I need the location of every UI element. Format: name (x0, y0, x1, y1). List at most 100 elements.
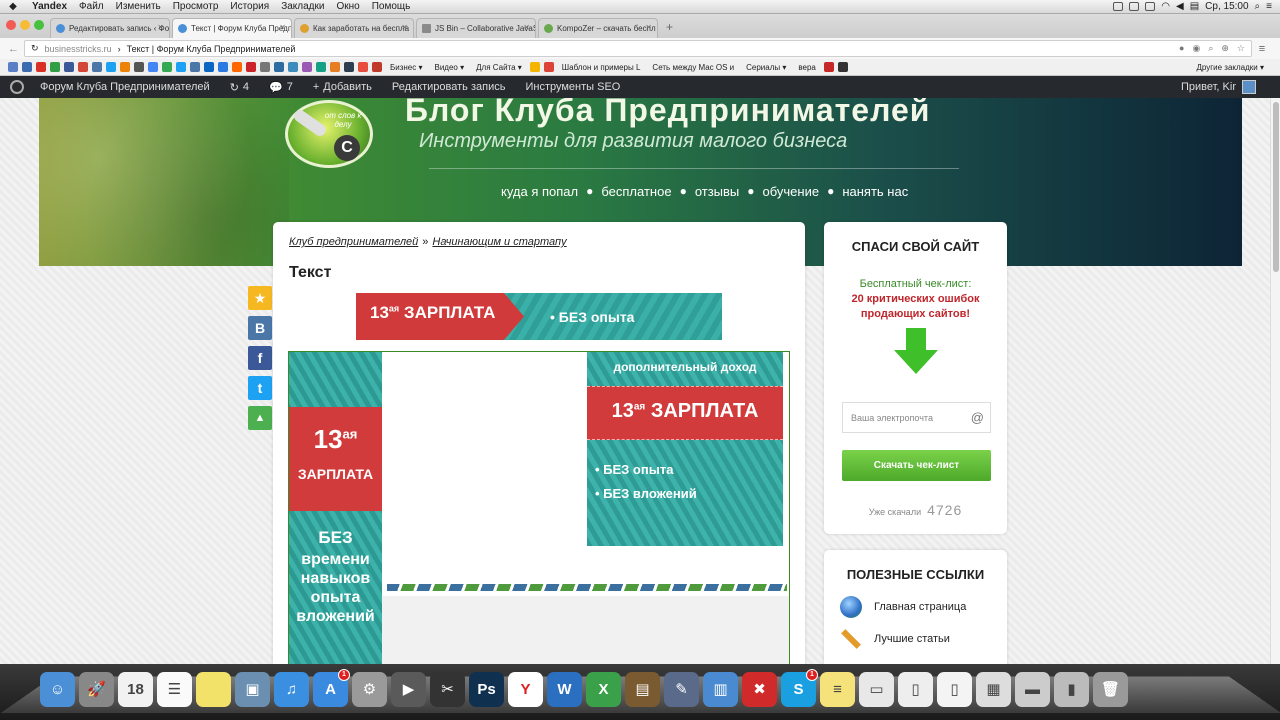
close-icon[interactable]: ✕ (523, 23, 530, 32)
doc-icon[interactable]: ▯ (898, 672, 933, 707)
bookmark-icon[interactable] (134, 62, 144, 72)
reload-icon[interactable]: ↻ (31, 43, 39, 54)
photoshop-icon[interactable]: Ps (469, 672, 504, 707)
breadcrumb-link[interactable]: Клуб предпринимателей (289, 236, 418, 248)
close-icon[interactable]: ✕ (401, 23, 408, 32)
twitter-icon[interactable] (176, 62, 186, 72)
wp-seo-tools[interactable]: Инструменты SEO (515, 81, 630, 93)
youtube-icon[interactable] (36, 62, 46, 72)
bookmark-icon[interactable] (162, 62, 172, 72)
browser-tab[interactable]: Редактировать запись ‹ Фо ✕ (50, 18, 170, 38)
spotlight-icon[interactable]: ⌕ (1255, 1, 1261, 12)
bookmark-icon[interactable] (837, 62, 848, 72)
stickies-icon[interactable] (196, 672, 231, 707)
star-icon[interactable]: ☆ (1237, 43, 1245, 54)
bookmark-icon[interactable] (50, 62, 60, 72)
bookmark-folder-series[interactable]: Сериалы ▾ (742, 63, 790, 72)
site-logo[interactable]: от слов к делу C (285, 100, 373, 168)
wp-comments[interactable]: 💬 7 (259, 81, 303, 94)
other-bookmarks[interactable]: Другие закладки ▾ (1192, 63, 1280, 72)
bookmark-icon[interactable] (372, 62, 382, 72)
browser-tab[interactable]: Как заработать на беспла ✕ (294, 18, 414, 38)
bookmark-folder-site[interactable]: Для Сайта ▾ (472, 63, 526, 72)
bookmark-icon[interactable] (120, 62, 130, 72)
itunes-icon[interactable]: ♫ (274, 672, 309, 707)
minimize-window-button[interactable] (20, 20, 30, 30)
menu-edit[interactable]: Изменить (110, 1, 167, 12)
bookmark-icon[interactable] (218, 62, 228, 72)
list-icon[interactable]: ≡ (1266, 1, 1272, 12)
menu-help[interactable]: Помощь (366, 1, 417, 12)
twitter-icon[interactable]: t (248, 376, 272, 400)
info-icon[interactable]: ● (1179, 43, 1184, 54)
preferences-icon[interactable]: ⚙ (352, 672, 387, 707)
excel-icon[interactable]: X (586, 672, 621, 707)
menu-view[interactable]: Просмотр (167, 1, 225, 12)
banner-horizontal[interactable]: 13ая ЗАРПЛАТА • БЕЗ опыта (356, 293, 722, 340)
tray-icon[interactable] (1145, 2, 1156, 11)
appstore-icon[interactable]: A1 (313, 669, 350, 707)
bookmark-icon[interactable] (232, 62, 242, 72)
facebook-icon[interactable]: f (248, 346, 272, 370)
bookmark-icon[interactable] (358, 62, 368, 72)
bookmark-icon[interactable] (529, 62, 540, 72)
printer-icon[interactable]: ▭ (859, 672, 894, 707)
bookmark-icon[interactable] (316, 62, 326, 72)
reminders-icon[interactable]: ☰ (157, 672, 192, 707)
device-icon[interactable]: ▮ (1054, 672, 1089, 707)
menu-file[interactable]: Файл (73, 1, 110, 12)
nav-link[interactable]: бесплатное (601, 184, 671, 199)
finalcut-icon[interactable]: ✂ (430, 672, 465, 707)
breadcrumb-link[interactable]: Начинающим и стартапу (432, 236, 566, 248)
menu-history[interactable]: История (224, 1, 275, 12)
bookmark-icon[interactable] (190, 62, 200, 72)
browser-tab[interactable]: KompoZer – скачать беспл ✕ (538, 18, 658, 38)
back-icon[interactable]: ← (8, 43, 24, 55)
close-icon[interactable]: ✕ (279, 23, 286, 32)
finder-icon[interactable]: ☺ (40, 672, 75, 707)
preview-icon[interactable]: ▦ (976, 672, 1011, 707)
crossover-icon[interactable]: ✖ (742, 672, 777, 707)
nav-link[interactable]: обучение (763, 184, 820, 199)
favorite-star-icon[interactable]: ★ (248, 286, 272, 310)
trash-icon[interactable]: 🗑 (1093, 672, 1128, 707)
banner-square[interactable]: дополнительный доход 13ая ЗАРПЛАТА • БЕЗ… (587, 352, 783, 546)
bookmark-icon[interactable] (543, 62, 554, 72)
word-icon[interactable]: W (547, 672, 582, 707)
clock[interactable]: Ср, 15:00 (1205, 1, 1248, 12)
page-scrollbar[interactable] (1270, 98, 1280, 664)
launchpad-icon[interactable]: 🚀 (79, 672, 114, 707)
bookmark-icon[interactable] (330, 62, 340, 72)
calendar-icon[interactable]: 18 (118, 672, 153, 707)
url-field[interactable]: ↻ businesstricks.ru › Текст | Форум Клуб… (24, 40, 1252, 57)
quill-icon[interactable]: ✎ (664, 672, 699, 707)
download-checklist-button[interactable]: Скачать чек-лист (842, 450, 991, 481)
close-icon[interactable]: ✕ (157, 23, 164, 32)
yandex-icon[interactable]: Y (508, 672, 543, 707)
keynote-icon[interactable]: ▤ (625, 672, 660, 707)
facebook-icon[interactable] (64, 62, 74, 72)
browser-tab[interactable]: Текст | Форум Клуба Предп ✕ (172, 18, 292, 38)
extension-icon[interactable]: ◉ (1192, 43, 1200, 54)
notes-icon[interactable]: ≡ (820, 672, 855, 707)
wp-site-name[interactable]: Форум Клуба Предпринимателей (30, 81, 220, 93)
imovie-icon[interactable]: ▶ (391, 672, 426, 707)
bookmark-icon[interactable] (246, 62, 256, 72)
wordpress-icon[interactable] (10, 80, 24, 94)
skype-icon[interactable]: S1 (781, 669, 818, 707)
vk-icon[interactable]: B (248, 316, 272, 340)
scanner-icon[interactable]: ▬ (1015, 672, 1050, 707)
scrollbar-thumb[interactable] (1273, 102, 1279, 272)
bookmark-icon[interactable] (274, 62, 284, 72)
volume-icon[interactable]: ◀ (1176, 1, 1184, 12)
bookmark-network[interactable]: Сеть между Mac OS и (648, 63, 738, 72)
new-tab-button[interactable]: + (666, 20, 673, 38)
tray-icon[interactable] (1113, 2, 1124, 11)
bookmark-folder-video[interactable]: Видео ▾ (431, 63, 469, 72)
search-icon[interactable]: ⌕ (1208, 43, 1213, 54)
banner-vertical[interactable]: 13ая ЗАРПЛАТА БЕЗ времени навыков опыта … (289, 352, 382, 664)
numbers-icon[interactable]: ▥ (703, 672, 738, 707)
bookmark-icon[interactable] (823, 62, 834, 72)
wp-edit-post[interactable]: Редактировать запись (382, 81, 516, 93)
bookmark-templates[interactable]: Шаблон и примеры L (558, 63, 645, 72)
